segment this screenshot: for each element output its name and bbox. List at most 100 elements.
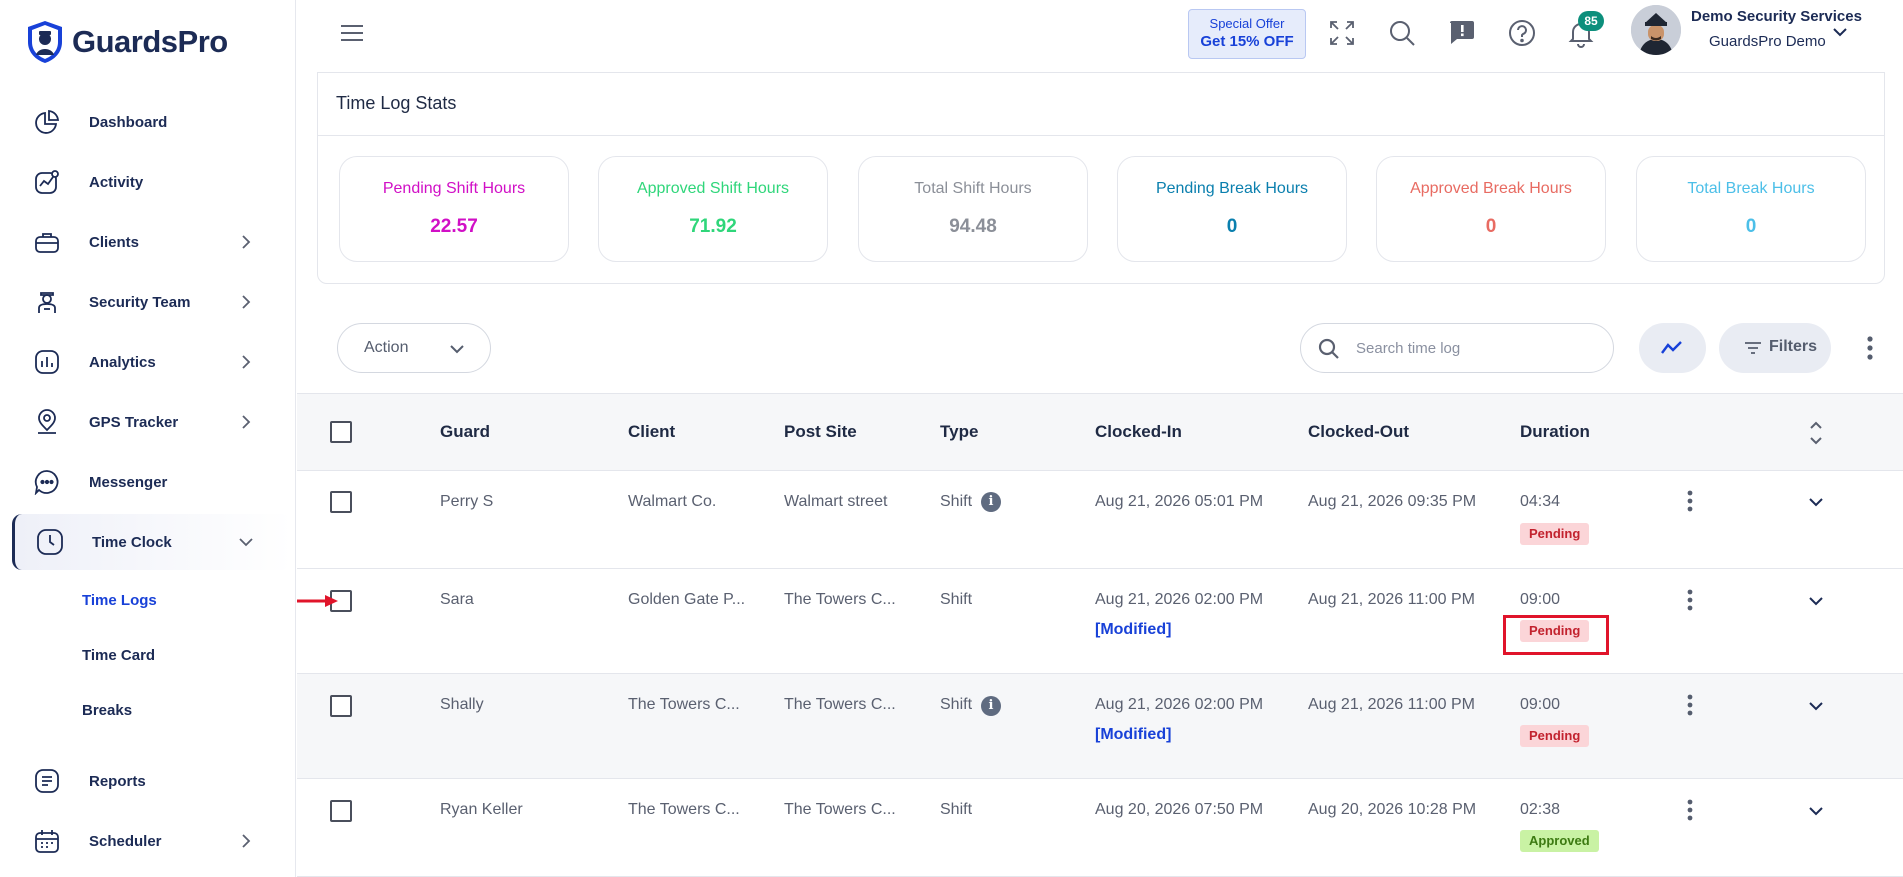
cell-clocked-in: Aug 21, 2026 05:01 PM [1095,493,1264,510]
sidebar-item-security-team[interactable]: Security Team [12,274,292,330]
stats-title: Time Log Stats [336,93,457,113]
calendar-icon [32,826,62,856]
sidebar-subitem-time-card[interactable]: Time Card [82,647,155,664]
hamburger-menu-icon[interactable] [339,22,365,44]
filters-button[interactable]: Filters [1719,323,1831,373]
more-options-icon[interactable] [1858,333,1882,363]
column-header-duration[interactable]: Duration [1520,422,1590,442]
fullscreen-icon[interactable] [1327,18,1357,48]
chevron-right-icon [242,355,251,369]
offer-discount: Get 15% OFF [1200,33,1294,50]
chevron-down-icon [450,345,464,354]
column-header-client[interactable]: Client [628,422,675,442]
column-header-clocked-out[interactable]: Clocked-Out [1308,422,1409,442]
stat-value: 94.48 [949,216,997,237]
stat-value: 0 [1745,216,1757,237]
sidebar-item-label: Reports [89,772,146,790]
sidebar-item-scheduler[interactable]: Scheduler [12,813,292,869]
sidebar-subitem-breaks[interactable]: Breaks [82,702,132,719]
row-checkbox[interactable] [330,695,352,717]
cell-clocked-out: Aug 21, 2026 09:35 PM [1308,493,1477,510]
row-checkbox[interactable] [330,491,352,513]
stat-approved-break-hours: Approved Break Hours 0 [1376,156,1606,262]
special-offer-button[interactable]: Special Offer Get 15% OFF [1188,9,1306,59]
table-row[interactable]: Perry S Walmart Co. Walmart street Shift… [297,471,1903,569]
brand-name: GuardsPro [72,24,228,59]
offer-title: Special Offer [1209,16,1285,31]
sidebar-item-messenger[interactable]: Messenger [12,454,292,510]
annotation-arrow-icon [297,595,338,607]
sidebar-item-reports[interactable]: Reports [12,753,292,809]
chevron-down-icon[interactable] [1832,24,1848,40]
avatar[interactable] [1631,5,1681,55]
sidebar-item-label: Analytics [89,353,156,371]
info-icon[interactable]: i [981,696,1001,716]
column-header-clocked-in[interactable]: Clocked-In [1095,422,1182,442]
expand-row-chevron-icon[interactable] [1807,802,1825,820]
modified-link[interactable]: [Modified] [1095,621,1171,639]
expand-row-chevron-icon[interactable] [1807,493,1825,511]
app-root: GuardsPro Dashboard Activity Clients Sec… [0,0,1903,877]
search-icon[interactable] [1387,18,1417,48]
help-icon[interactable] [1507,18,1537,48]
sidebar-item-clients[interactable]: Clients [12,214,292,270]
sidebar-item-dashboard[interactable]: Dashboard [12,94,292,150]
row-menu-icon[interactable] [1685,489,1695,513]
info-icon[interactable]: i [981,492,1001,512]
top-bar: Special Offer Get 15% OFF 85 Demo Securi… [297,0,1903,70]
row-menu-icon[interactable] [1685,693,1695,717]
table-row[interactable]: Shally The Towers C... The Towers C... S… [297,674,1903,779]
row-menu-icon[interactable] [1685,798,1695,822]
filter-icon [1745,342,1761,354]
clock-icon [35,527,65,557]
cell-post-site: Walmart street [784,493,888,510]
sidebar-item-activity[interactable]: Activity [12,154,292,210]
sidebar-subitem-time-logs[interactable]: Time Logs [82,592,157,609]
sort-icon[interactable] [1808,419,1824,447]
briefcase-icon [32,227,62,257]
select-all-checkbox[interactable] [330,421,352,443]
chart-toggle-button[interactable] [1639,323,1706,373]
row-checkbox[interactable] [330,800,352,822]
column-header-post-site[interactable]: Post Site [784,422,857,442]
cell-post-site: The Towers C... [784,801,896,818]
cell-post-site: The Towers C... [784,696,896,713]
sidebar: GuardsPro Dashboard Activity Clients Sec… [0,0,296,877]
sidebar-item-time-clock[interactable]: Time Clock [12,514,292,570]
chevron-right-icon [242,295,251,309]
column-header-type[interactable]: Type [940,422,978,442]
sidebar-item-analytics[interactable]: Analytics [12,334,292,390]
stat-value: 71.92 [689,216,737,237]
cell-client: Walmart Co. [628,493,717,510]
modified-link[interactable]: [Modified] [1095,726,1171,744]
row-menu-icon[interactable] [1685,588,1695,612]
feedback-icon[interactable] [1447,18,1477,48]
trend-line-icon [1661,341,1682,354]
sidebar-item-gps-tracker[interactable]: GPS Tracker [12,394,292,450]
expand-row-chevron-icon[interactable] [1807,592,1825,610]
sidebar-item-label: GPS Tracker [89,413,179,431]
table-row[interactable]: Ryan Keller The Towers C... The Towers C… [297,779,1903,877]
stat-label: Pending Shift Hours [382,180,526,197]
stat-label: Approved Break Hours [1410,180,1572,197]
report-icon [32,766,62,796]
cell-guard: Perry S [440,493,494,510]
chevron-right-icon [242,235,251,249]
cell-duration: 04:34 [1520,493,1561,510]
guard-shield-logo-icon [28,21,62,63]
stat-pending-break-hours: Pending Break Hours 0 [1117,156,1347,262]
table-row[interactable]: Sara Golden Gate P... The Towers C... Sh… [297,569,1903,674]
sidebar-item-label: Time Clock [92,533,172,551]
user-organization: GuardsPro Demo [1709,33,1826,50]
action-dropdown[interactable]: Action [337,323,491,373]
column-header-guard[interactable]: Guard [440,422,490,442]
table-header: Guard Client Post Site Type Clocked-In C… [297,393,1903,471]
stat-approved-shift-hours: Approved Shift Hours 71.92 [598,156,828,262]
stat-label: Pending Break Hours [1155,180,1309,197]
brand-logo[interactable]: GuardsPro [26,20,228,64]
sidebar-item-label: Dashboard [89,113,168,131]
search-input[interactable] [1356,334,1596,362]
stat-label: Total Shift Hours [914,180,1032,197]
pie-chart-icon [32,107,62,137]
expand-row-chevron-icon[interactable] [1807,697,1825,715]
